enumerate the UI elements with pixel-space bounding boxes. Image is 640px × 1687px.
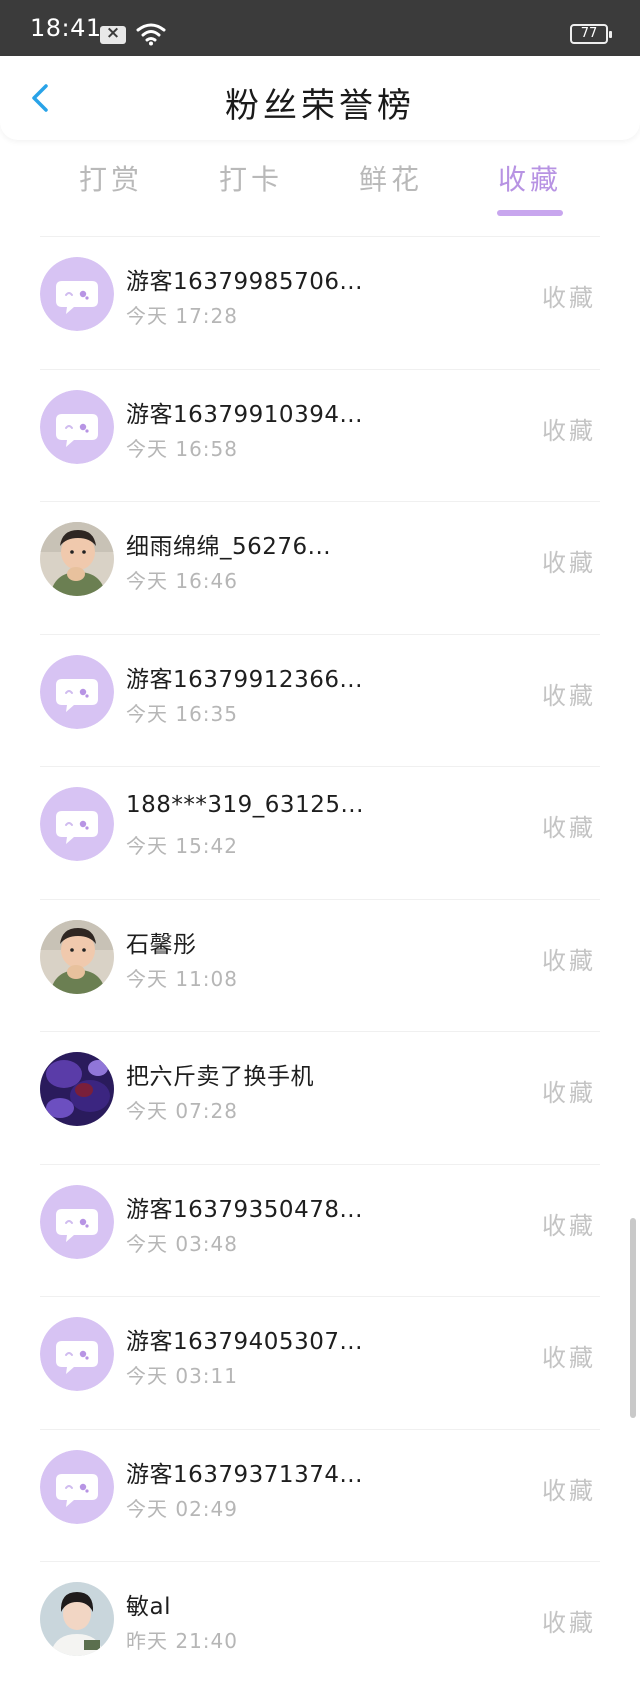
avatar[interactable] (40, 654, 114, 729)
list-item[interactable]: 188***319_63125... 今天 15:42 收藏 (0, 766, 640, 899)
tab-flowers[interactable]: 鲜花 (336, 158, 446, 198)
avatar[interactable] (40, 1582, 114, 1656)
tab-favorites[interactable]: 收藏 (475, 158, 585, 198)
divider (40, 236, 600, 237)
wifi-icon (136, 23, 166, 46)
divider (40, 633, 600, 635)
user-name: 游客16379350478... (126, 1196, 363, 1223)
action-label: 收藏 (542, 1211, 596, 1240)
avatar[interactable] (40, 389, 114, 464)
timestamp: 今天 15:42 (126, 834, 238, 858)
chat-bubble-icon (40, 787, 114, 861)
tab-checkin[interactable]: 打卡 (196, 158, 306, 198)
list-item[interactable]: 石馨彤今天 11:08 收藏 (0, 898, 640, 1032)
page-title: 粉丝荣誉榜 (225, 86, 415, 126)
divider (40, 368, 600, 370)
list-item[interactable]: 游客16379912366... 今天 16:35 收藏 (0, 633, 640, 767)
user-photo (40, 1052, 114, 1126)
action-label: 收藏 (542, 946, 596, 975)
user-name: 188***319_63125... (126, 792, 364, 818)
fan-list: 游客16379985706... 今天 17:28 收藏 游客16379910394… (0, 236, 640, 1687)
chat-bubble-icon (40, 257, 114, 331)
avatar[interactable] (40, 1317, 114, 1391)
divider (40, 1031, 600, 1032)
user-photo (40, 522, 114, 596)
list-item[interactable]: 游客16379910394... 今天 16:58 收藏 (0, 368, 640, 502)
user-photo (40, 919, 114, 994)
tab-reward[interactable]: 打赏 (56, 158, 166, 198)
divider (40, 1561, 600, 1562)
avatar[interactable] (40, 1052, 114, 1126)
header: 粉丝荣誉榜 (0, 56, 640, 140)
divider (40, 1163, 600, 1165)
list-item[interactable]: 游客16379350478... 今天 03:48 收藏 (0, 1163, 640, 1297)
action-label: 收藏 (542, 1609, 596, 1637)
user-name: 把六斤卖了换手机 (126, 1064, 314, 1090)
action-label: 收藏 (542, 814, 596, 842)
timestamp: 今天 11:08 (126, 966, 238, 991)
user-photo (40, 1582, 114, 1656)
timestamp: 今天 02:49 (126, 1496, 238, 1521)
chat-bubble-icon (40, 1317, 114, 1391)
avatar[interactable] (40, 522, 114, 596)
user-name: 游客16379985706... (126, 269, 363, 295)
user-name: 游客16379405307... (126, 1329, 363, 1355)
avatar[interactable] (40, 1184, 114, 1259)
user-name: 游客16379910394... (126, 401, 363, 428)
avatar[interactable] (40, 787, 114, 861)
tab-active-indicator (497, 210, 563, 216)
chat-bubble-icon (40, 389, 114, 464)
divider (40, 1428, 600, 1430)
list-item[interactable]: 游客16379985706... 今天 17:28 收藏 (0, 236, 640, 369)
list-item[interactable]: 细雨绵绵_56276... 今天 16:46 收藏 (0, 501, 640, 634)
user-name: 游客16379371374... (126, 1461, 363, 1488)
timestamp: 今天 17:28 (126, 304, 238, 328)
timestamp: 今天 03:11 (126, 1364, 238, 1388)
timestamp: 今天 07:28 (126, 1099, 238, 1123)
action-label: 收藏 (542, 1344, 596, 1372)
list-item[interactable]: 游客16379371374... 今天 02:49 收藏 (0, 1428, 640, 1562)
tab-bar: 打赏 打卡 鲜花 收藏 (0, 140, 640, 216)
divider (40, 766, 600, 767)
action-label: 收藏 (542, 416, 596, 445)
scrollbar[interactable] (630, 1218, 636, 1418)
status-bar: 18:41 77 (0, 0, 640, 56)
user-name: 敏al (126, 1594, 171, 1620)
timestamp: 今天 16:58 (126, 436, 238, 461)
avatar[interactable] (40, 257, 114, 331)
list-item[interactable]: 把六斤卖了换手机 今天 07:28 收藏 (0, 1031, 640, 1164)
timestamp: 今天 16:46 (126, 569, 238, 593)
action-label: 收藏 (542, 549, 596, 577)
action-label: 收藏 (542, 284, 596, 312)
user-name: 细雨绵绵_56276... (126, 534, 332, 560)
no-sim-icon (100, 23, 126, 44)
timestamp: 今天 03:48 (126, 1231, 238, 1256)
action-label: 收藏 (542, 681, 596, 710)
action-label: 收藏 (542, 1476, 596, 1505)
timestamp: 昨天 21:40 (126, 1629, 238, 1653)
chat-bubble-icon (40, 654, 114, 729)
action-label: 收藏 (542, 1079, 596, 1107)
chat-bubble-icon (40, 1449, 114, 1524)
chat-bubble-icon (40, 1184, 114, 1259)
list-item[interactable]: 敏al 昨天 21:40 收藏 (0, 1561, 640, 1687)
timestamp: 今天 16:35 (126, 701, 238, 726)
avatar[interactable] (40, 1449, 114, 1524)
battery-icon: 77 (570, 24, 612, 44)
user-name: 石馨彤 (126, 931, 197, 958)
status-time: 18:41 (30, 14, 102, 42)
avatar[interactable] (40, 919, 114, 994)
divider (40, 501, 600, 502)
divider (40, 1296, 600, 1297)
divider (40, 898, 600, 900)
list-item[interactable]: 游客16379405307... 今天 03:11 收藏 (0, 1296, 640, 1429)
user-name: 游客16379912366... (126, 666, 363, 693)
